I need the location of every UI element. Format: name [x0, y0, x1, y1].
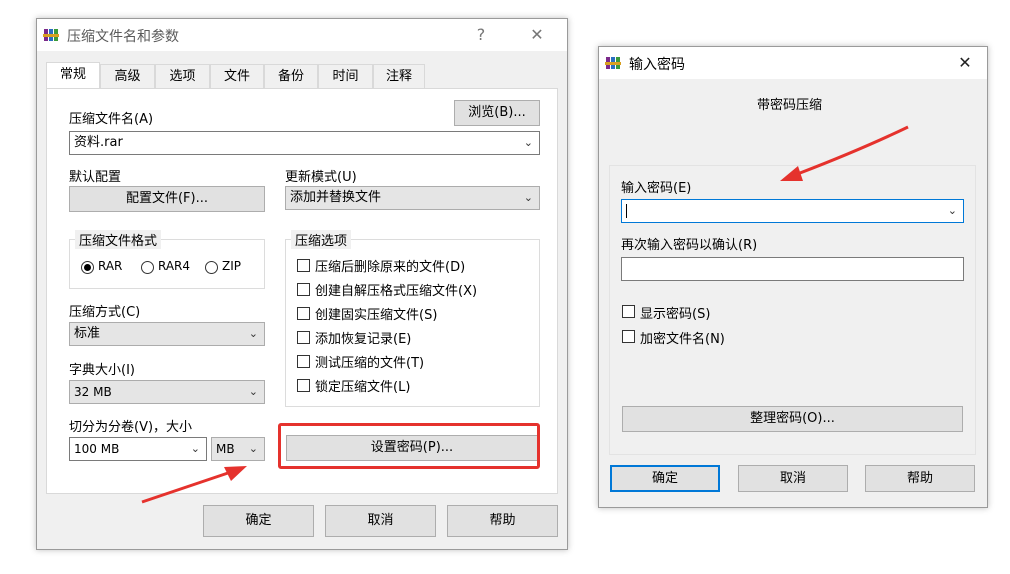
update-mode-value: 添加并替换文件: [290, 190, 382, 205]
tab-advanced[interactable]: 高级: [100, 64, 155, 88]
help-button[interactable]: 帮助: [865, 465, 975, 492]
radio-rar-label: RAR: [98, 259, 123, 273]
dialog-title: 输入密码: [629, 57, 685, 73]
radio-rar4[interactable]: [141, 261, 154, 274]
chevron-down-icon: ⌄: [248, 385, 258, 398]
chevron-down-icon: ⌄: [947, 204, 957, 217]
enter-password-label: 输入密码(E): [621, 181, 692, 196]
close-icon[interactable]: ✕: [523, 23, 551, 47]
split-volumes-label: 切分为分卷(V)，大小: [69, 420, 193, 435]
checkbox-recovery[interactable]: [297, 331, 310, 344]
method-value: 标准: [74, 326, 101, 341]
winrar-app-icon: [43, 29, 59, 41]
method-select[interactable]: 标准 ⌄: [69, 322, 265, 346]
checkbox-test[interactable]: [297, 355, 310, 368]
compress-options-title: 压缩选项: [291, 230, 352, 249]
text-cursor: [626, 203, 627, 218]
compress-params-dialog: 压缩文件名和参数 ? ✕ 常规 高级 选项 文件 备份 时间 注释 压缩文件名(…: [36, 18, 568, 550]
option-delete-after-label: 压缩后删除原来的文件(D): [315, 260, 466, 275]
checkbox-solid[interactable]: [297, 307, 310, 320]
split-size-value: 100 MB: [74, 442, 120, 456]
chevron-down-icon: ⌄: [248, 327, 258, 340]
split-unit-select[interactable]: MB ⌄: [211, 437, 265, 461]
option-sfx-label: 创建自解压格式压缩文件(X): [315, 284, 478, 299]
organize-passwords-button[interactable]: 整理密码(O)...: [622, 406, 963, 432]
chevron-down-icon: ⌄: [190, 442, 200, 455]
chevron-down-icon: ⌄: [523, 191, 533, 204]
checkbox-sfx[interactable]: [297, 283, 310, 296]
dict-size-value: 32 MB: [74, 385, 112, 399]
tab-comment[interactable]: 注释: [373, 64, 425, 88]
enter-password-dialog: 输入密码 ✕ 带密码压缩 输入密码(E) ⌄ 再次输入密码以确认(R) 显示密码…: [598, 46, 988, 508]
radio-rar4-label: RAR4: [158, 259, 191, 273]
help-button[interactable]: 帮助: [447, 505, 558, 537]
close-icon[interactable]: ✕: [951, 51, 979, 75]
option-test-label: 测试压缩的文件(T): [315, 356, 425, 371]
tab-backup[interactable]: 备份: [264, 64, 318, 88]
help-question-icon[interactable]: ?: [467, 23, 495, 47]
default-profile-label: 默认配置: [69, 170, 122, 185]
option-recovery-label: 添加恢复记录(E): [315, 332, 412, 347]
encrypt-names-label: 加密文件名(N): [640, 332, 725, 347]
title-bar: 压缩文件名和参数 ? ✕: [37, 19, 567, 51]
ok-button[interactable]: 确定: [610, 465, 720, 492]
browse-button[interactable]: 浏览(B)...: [454, 100, 540, 126]
reenter-password-field[interactable]: [621, 257, 964, 281]
winrar-app-icon: [605, 57, 621, 69]
radio-zip-label: ZIP: [222, 259, 241, 273]
reenter-password-label: 再次输入密码以确认(R): [621, 238, 758, 253]
method-label: 压缩方式(C): [69, 305, 141, 320]
split-size-input[interactable]: 100 MB ⌄: [69, 437, 207, 461]
chevron-down-icon: ⌄: [523, 136, 533, 149]
archive-name-label: 压缩文件名(A): [69, 112, 154, 127]
checkbox-delete-after[interactable]: [297, 259, 310, 272]
show-password-label: 显示密码(S): [640, 307, 711, 322]
cancel-button[interactable]: 取消: [738, 465, 848, 492]
split-unit-value: MB: [216, 442, 235, 456]
checkbox-lock[interactable]: [297, 379, 310, 392]
chevron-down-icon: ⌄: [248, 442, 258, 455]
tab-general[interactable]: 常规: [46, 62, 100, 89]
dialog-heading: 带密码压缩: [757, 98, 823, 113]
profile-button[interactable]: 配置文件(F)...: [69, 186, 265, 212]
tab-files[interactable]: 文件: [210, 64, 264, 88]
radio-rar[interactable]: [81, 261, 94, 274]
ok-button[interactable]: 确定: [203, 505, 314, 537]
update-mode-label: 更新模式(U): [285, 170, 357, 185]
highlight-box: [278, 423, 540, 469]
option-solid-label: 创建固实压缩文件(S): [315, 308, 438, 323]
archive-format-title: 压缩文件格式: [75, 230, 162, 249]
dialog-title: 压缩文件名和参数: [67, 29, 179, 45]
option-lock-label: 锁定压缩文件(L): [315, 380, 411, 395]
archive-name-field[interactable]: 资料.rar ⌄: [69, 131, 540, 155]
archive-name-value: 资料.rar: [74, 135, 123, 150]
title-bar: 输入密码 ✕: [599, 47, 987, 79]
dict-size-select[interactable]: 32 MB ⌄: [69, 380, 265, 404]
checkbox-show-password[interactable]: [622, 305, 635, 318]
cancel-button[interactable]: 取消: [325, 505, 436, 537]
enter-password-field[interactable]: ⌄: [621, 199, 964, 223]
tab-options[interactable]: 选项: [155, 64, 210, 88]
radio-zip[interactable]: [205, 261, 218, 274]
checkbox-encrypt-names[interactable]: [622, 330, 635, 343]
dict-size-label: 字典大小(I): [69, 363, 135, 378]
update-mode-select[interactable]: 添加并替换文件 ⌄: [285, 186, 540, 210]
tab-time[interactable]: 时间: [318, 64, 373, 88]
